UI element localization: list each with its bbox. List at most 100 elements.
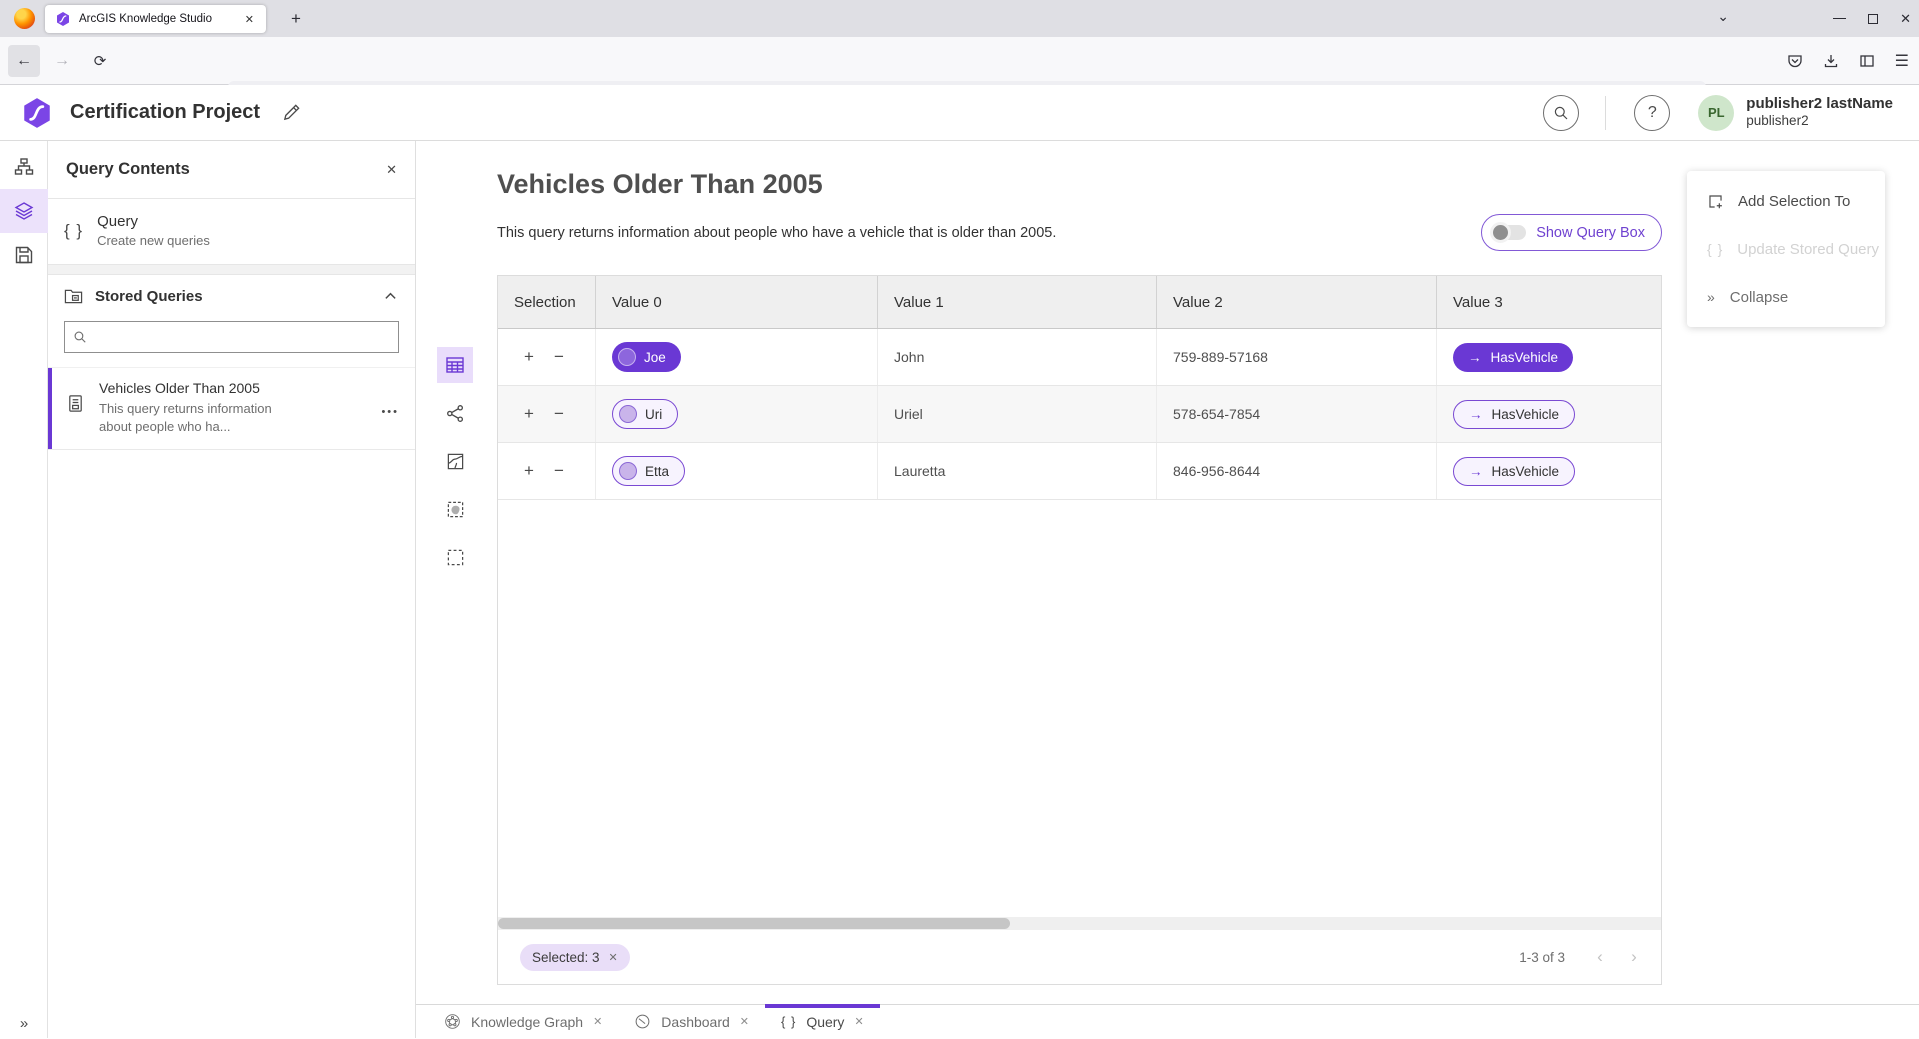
tab-close-icon[interactable]: ✕ [854,1015,863,1028]
user-block[interactable]: publisher2 lastName publisher2 [1746,95,1893,131]
tab-close-icon[interactable]: ✕ [593,1015,602,1028]
window-minimize-icon[interactable] [1833,18,1846,20]
table-row[interactable]: + − Joe John 759-889-57168 → HasVehicle [498,329,1661,386]
cell-value[interactable]: Uriel [878,386,1157,442]
selection-tool-button[interactable] [437,539,473,575]
table-view-button[interactable] [437,347,473,383]
tab-knowledge-graph[interactable]: Knowledge Graph ✕ [428,1005,618,1039]
remove-from-selection-icon[interactable]: − [554,404,564,424]
menu-icon[interactable]: ☰ [1895,51,1909,71]
stored-query-description: This query returns information about peo… [99,400,307,435]
cell-value[interactable]: John [878,329,1157,385]
cell-value[interactable]: 578-654-7854 [1157,386,1437,442]
relationship-pill[interactable]: → HasVehicle [1453,343,1573,372]
selected-count-chip[interactable]: Selected: 3 ✕ [520,944,630,971]
add-to-selection-icon[interactable]: + [524,461,534,481]
firefox-logo-icon[interactable] [14,8,35,29]
cell-value[interactable]: 846-956-8644 [1157,443,1437,499]
column-header[interactable]: Value 0 [596,276,878,328]
view-toolbar [437,347,473,575]
window-close-icon[interactable]: ✕ [1900,11,1911,27]
tab-query[interactable]: { } Query ✕ [765,1005,880,1039]
dashboard-gauge-icon [634,1013,651,1030]
search-button[interactable] [1543,95,1579,131]
share-nodes-icon [446,404,465,423]
sidebar-icon[interactable] [1859,53,1875,69]
map-view-button[interactable] [437,443,473,479]
new-tab-button[interactable]: + [284,7,308,31]
new-query-item[interactable]: { } Query Create new queries [48,199,415,265]
selection-context-menu: Add Selection To { } Update Stored Query… [1687,171,1885,327]
rail-item-save[interactable] [0,233,48,277]
window-maximize-icon[interactable] [1868,14,1878,24]
next-page-icon[interactable]: › [1621,944,1647,970]
show-query-box-toggle[interactable]: Show Query Box [1481,214,1662,251]
page-title: Vehicles Older Than 2005 [497,169,823,200]
forward-button[interactable]: → [46,45,78,77]
tab-dashboard[interactable]: Dashboard ✕ [618,1005,765,1039]
table-empty-area [498,500,1661,917]
panel-close-icon[interactable]: ✕ [386,162,397,178]
column-header[interactable]: Value 1 [878,276,1157,328]
downloads-icon[interactable] [1823,53,1839,69]
entity-pill[interactable]: Uri [612,399,678,429]
app-header: Certification Project ? PL publisher2 la… [0,85,1919,141]
results-table: Selection Value 0 Value 1 Value 2 Value … [497,275,1662,985]
item-options-icon[interactable]: ••• [381,406,399,418]
pocket-icon[interactable] [1787,53,1803,69]
braces-icon: { } [1707,241,1723,257]
rail-item-data-model[interactable] [0,145,48,189]
query-contents-panel: Query Contents ✕ { } Query Create new qu… [48,141,416,1038]
column-header[interactable]: Selection [498,276,596,328]
column-header[interactable]: Value 3 [1437,276,1661,328]
entity-dot-icon [618,348,636,366]
entity-dot-icon [619,462,637,480]
back-button[interactable]: ← [8,45,40,77]
menu-item-add-selection-to[interactable]: Add Selection To [1687,177,1885,225]
search-icon [73,330,87,344]
previous-page-icon[interactable]: ‹ [1587,944,1613,970]
table-row[interactable]: + − Uri Uriel 578-654-7854 → HasVehicle [498,386,1661,443]
avatar[interactable]: PL [1698,95,1734,131]
project-title: Certification Project [70,101,260,124]
toggle-switch[interactable] [1492,225,1526,240]
tab-list-chevron-icon[interactable]: ⌄ [1717,8,1729,25]
menu-item-collapse[interactable]: » Collapse [1687,273,1885,321]
rail-item-contents[interactable] [0,189,48,233]
tab-close-icon[interactable]: ✕ [241,11,258,28]
braces-icon: { } [781,1014,796,1029]
rail-expand-icon[interactable]: » [0,1015,48,1032]
clear-selection-icon[interactable]: ✕ [609,951,618,964]
link-chart-view-button[interactable] [437,395,473,431]
table-row[interactable]: + − Etta Lauretta 846-956-8644 → HasVehi… [498,443,1661,500]
header-divider [1605,96,1606,130]
browser-tab[interactable]: ArcGIS Knowledge Studio ✕ [45,5,266,33]
add-to-selection-icon[interactable]: + [524,404,534,424]
search-input[interactable] [95,330,390,345]
remove-from-selection-icon[interactable]: − [554,461,564,481]
density-view-button[interactable] [437,491,473,527]
stored-query-item[interactable]: Vehicles Older Than 2005 This query retu… [48,367,415,450]
column-header[interactable]: Value 2 [1157,276,1437,328]
horizontal-scrollbar[interactable] [498,917,1661,930]
map-curve-icon [446,452,465,471]
entity-pill[interactable]: Joe [612,342,681,372]
relationship-pill[interactable]: → HasVehicle [1453,457,1575,486]
cell-value[interactable]: Lauretta [878,443,1157,499]
scrollbar-thumb[interactable] [498,918,1010,929]
cell-value[interactable]: 759-889-57168 [1157,329,1437,385]
entity-pill[interactable]: Etta [612,456,685,486]
chevron-up-icon[interactable] [384,290,397,303]
stored-queries-header[interactable]: Stored Queries [48,275,415,317]
panel-section-divider [48,265,415,275]
stored-queries-search[interactable] [64,321,399,353]
remove-from-selection-icon[interactable]: − [554,347,564,367]
edit-pencil-icon[interactable] [282,103,301,122]
reload-button[interactable]: ⟳ [84,45,116,77]
menu-item-update-stored-query[interactable]: { } Update Stored Query [1687,225,1885,273]
tab-close-icon[interactable]: ✕ [740,1015,749,1028]
braces-icon: { } [64,221,83,241]
add-to-selection-icon[interactable]: + [524,347,534,367]
relationship-pill[interactable]: → HasVehicle [1453,400,1575,429]
help-button[interactable]: ? [1634,95,1670,131]
